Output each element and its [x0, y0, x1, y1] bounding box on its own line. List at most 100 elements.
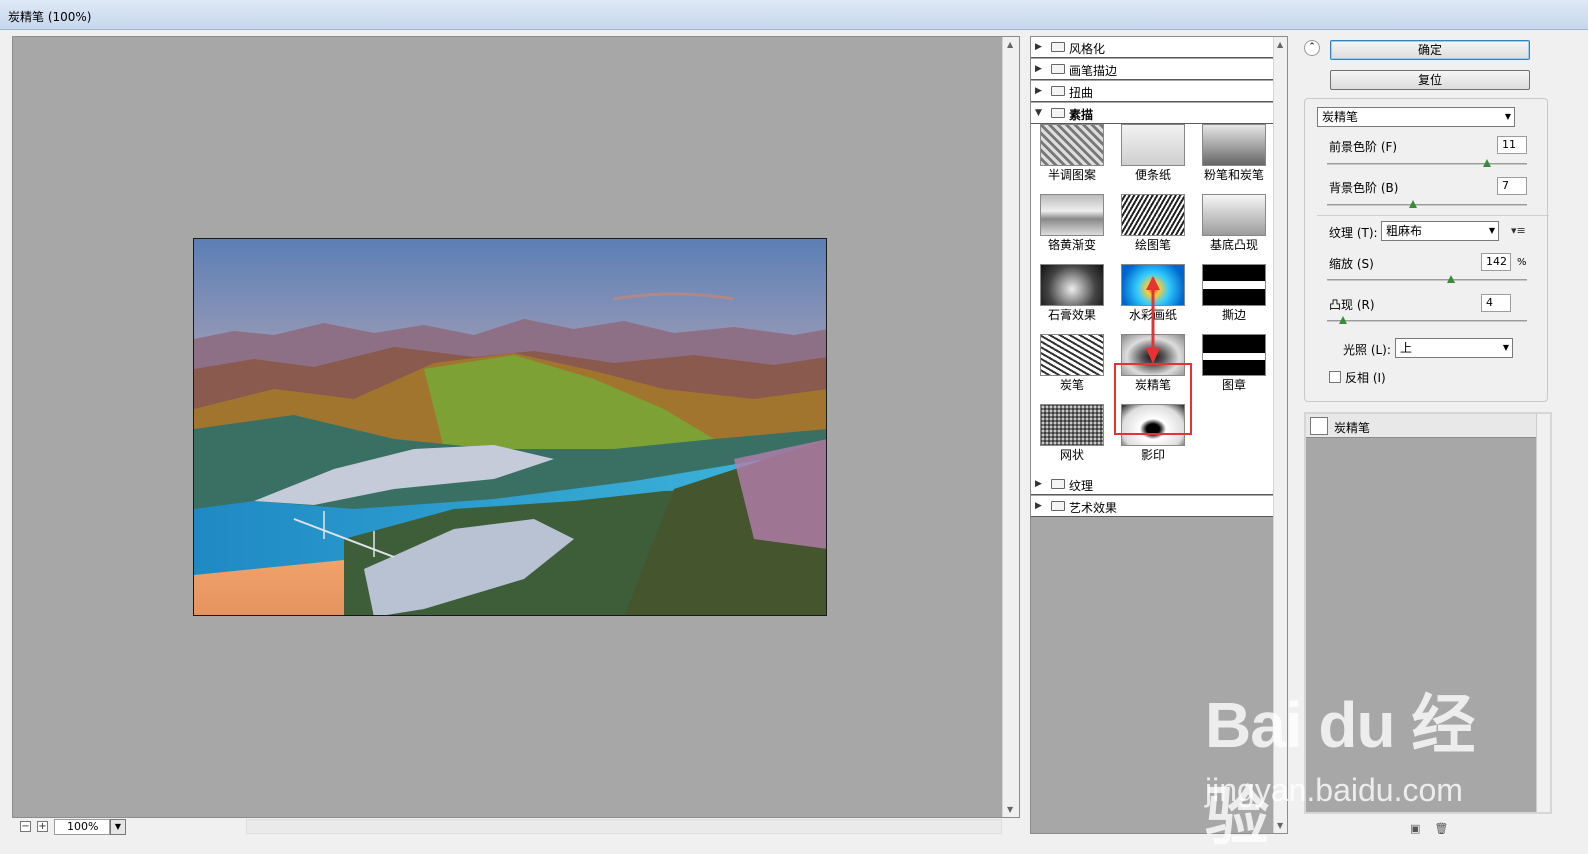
foreground-level-input[interactable]: 11: [1497, 136, 1527, 154]
landscape-photo: [194, 239, 826, 615]
scaling-label: 缩放 (S): [1329, 257, 1374, 271]
folder-icon: [1051, 501, 1065, 511]
category-sketch[interactable]: ▼ 素描: [1031, 103, 1274, 124]
thumb-chrome[interactable]: [1040, 194, 1104, 236]
scroll-up-icon[interactable]: ▲: [1277, 40, 1283, 49]
texture-label: 纹理 (T):: [1329, 226, 1378, 240]
filter-select[interactable]: 炭精笔 ▼: [1317, 107, 1515, 127]
scroll-down-icon[interactable]: ▼: [1007, 805, 1013, 814]
folder-icon: [1051, 86, 1065, 96]
thumb-label[interactable]: 石膏效果: [1032, 306, 1112, 323]
thumb-label[interactable]: 粉笔和炭笔: [1194, 166, 1274, 183]
thumb-label[interactable]: 图章: [1194, 376, 1274, 393]
thumb-label[interactable]: 铬黄渐变: [1032, 236, 1112, 253]
relief-label: 凸现 (R): [1329, 298, 1375, 312]
slider-thumb[interactable]: [1339, 316, 1347, 324]
title-bar: 炭精笔 (100%): [0, 0, 1588, 30]
background-level-input[interactable]: 7: [1497, 177, 1527, 195]
folder-icon: [1051, 479, 1065, 489]
collapse-gallery-icon[interactable]: ⌃: [1304, 40, 1320, 56]
thumb-plaster[interactable]: [1040, 264, 1104, 306]
effect-layers-panel: 炭精笔: [1304, 412, 1552, 814]
visibility-toggle-icon[interactable]: [1310, 417, 1328, 435]
preview-horizontal-scrollbar[interactable]: [246, 819, 1002, 834]
expand-arrow-icon[interactable]: ▶: [1035, 64, 1042, 74]
expand-arrow-icon[interactable]: ▶: [1035, 86, 1042, 96]
thumb-label[interactable]: 撕边: [1194, 306, 1274, 323]
new-effect-layer-icon[interactable]: ▣: [1410, 822, 1420, 835]
preview-image: [193, 238, 827, 616]
zoom-in-button[interactable]: +: [37, 821, 48, 832]
relief-slider[interactable]: [1327, 316, 1527, 324]
thumb-label[interactable]: 基底凸现: [1194, 236, 1274, 253]
red-arrow-annotation-icon: [1146, 276, 1160, 364]
category-distort[interactable]: ▶ 扭曲: [1031, 81, 1274, 102]
delete-effect-layer-icon[interactable]: 🗑: [1434, 822, 1448, 835]
slider-thumb[interactable]: [1483, 159, 1491, 167]
zoom-level-field[interactable]: 100%: [54, 819, 110, 835]
chevron-down-icon: ▼: [1502, 343, 1509, 352]
scaling-slider[interactable]: [1327, 275, 1527, 283]
filter-list-scrollbar[interactable]: ▲ ▼: [1273, 37, 1287, 833]
light-label: 光照 (L):: [1343, 343, 1391, 357]
layer-actions: ▣ 🗑: [1410, 822, 1448, 835]
texture-menu-icon[interactable]: ▾≡: [1511, 224, 1526, 237]
thumb-label[interactable]: 绘图笔: [1113, 236, 1193, 253]
preview-pane[interactable]: ▲ ▼: [12, 36, 1020, 818]
thumb-reticulation[interactable]: [1040, 404, 1104, 446]
zoom-out-button[interactable]: −: [20, 821, 31, 832]
category-stylize[interactable]: ▶ 风格化: [1031, 37, 1274, 58]
reset-button[interactable]: 复位: [1330, 70, 1530, 90]
settings-panel: ⌃ 确定 复位 炭精笔 ▼ 前景色阶 (F) 11 背景色阶 (B) 7 纹理 …: [1298, 36, 1560, 836]
thumb-label[interactable]: 便条纸: [1113, 166, 1193, 183]
ok-button[interactable]: 确定: [1330, 40, 1530, 60]
expand-arrow-icon[interactable]: ▶: [1035, 501, 1042, 511]
scroll-up-icon[interactable]: ▲: [1007, 40, 1013, 49]
category-texture[interactable]: ▶ 纹理: [1031, 474, 1274, 495]
texture-select[interactable]: 粗麻布 ▼: [1381, 221, 1499, 241]
invert-label: 反相 (I): [1345, 371, 1386, 385]
thumb-bas-relief[interactable]: [1202, 194, 1266, 236]
thumb-torn-edges[interactable]: [1202, 264, 1266, 306]
divider: [1317, 215, 1549, 216]
category-brush-strokes[interactable]: ▶ 画笔描边: [1031, 59, 1274, 80]
folder-open-icon: [1051, 108, 1065, 118]
chevron-down-icon: ▼: [1488, 226, 1495, 235]
effect-layer-row[interactable]: 炭精笔: [1306, 414, 1536, 438]
thumb-label[interactable]: 半调图案: [1032, 166, 1112, 183]
layers-scrollbar[interactable]: [1536, 414, 1550, 812]
category-artistic[interactable]: ▶ 艺术效果: [1031, 496, 1274, 517]
expand-arrow-icon[interactable]: ▶: [1035, 42, 1042, 52]
folder-icon: [1051, 64, 1065, 74]
thumb-note-paper[interactable]: [1121, 124, 1185, 166]
filter-parameters: 炭精笔 ▼ 前景色阶 (F) 11 背景色阶 (B) 7 纹理 (T): 粗麻布…: [1304, 98, 1549, 402]
background-level-slider[interactable]: [1327, 200, 1527, 208]
scaling-unit: %: [1517, 257, 1527, 268]
preview-vertical-scrollbar[interactable]: ▲ ▼: [1002, 37, 1019, 817]
scroll-down-icon[interactable]: ▼: [1277, 821, 1283, 830]
window-title: 炭精笔 (100%): [8, 10, 92, 24]
thumb-halftone-pattern[interactable]: [1040, 124, 1104, 166]
light-select[interactable]: 上 ▼: [1395, 338, 1513, 358]
background-level-label: 背景色阶 (B): [1329, 181, 1399, 195]
invert-checkbox[interactable]: [1329, 371, 1341, 383]
expand-arrow-icon[interactable]: ▶: [1035, 479, 1042, 489]
thumb-chalk-charcoal[interactable]: [1202, 124, 1266, 166]
selected-filter-highlight: [1114, 363, 1192, 435]
zoom-dropdown-icon[interactable]: ▼: [110, 819, 126, 835]
sketch-thumbnails: 半调图案 便条纸 粉笔和炭笔 铬黄渐变 绘图笔 基底凸现 石膏效果 水彩画纸 撕…: [1031, 124, 1274, 474]
filter-gallery-list: ▶ 风格化 ▶ 画笔描边 ▶ 扭曲 ▼ 素描 半调图案 便条纸 粉笔和炭笔 铬黄…: [1030, 36, 1288, 834]
thumb-graphic-pen[interactable]: [1121, 194, 1185, 236]
scaling-input[interactable]: 142: [1481, 253, 1511, 271]
thumb-label[interactable]: 炭笔: [1032, 376, 1112, 393]
collapse-arrow-icon[interactable]: ▼: [1035, 108, 1042, 118]
slider-thumb[interactable]: [1409, 200, 1417, 208]
relief-input[interactable]: 4: [1481, 294, 1511, 312]
thumb-label[interactable]: 影印: [1113, 446, 1193, 463]
thumb-stamp[interactable]: [1202, 334, 1266, 376]
thumb-label[interactable]: 网状: [1032, 446, 1112, 463]
foreground-level-slider[interactable]: [1327, 159, 1527, 167]
preview-status-bar: − + 100% ▼: [12, 818, 1020, 836]
thumb-charcoal[interactable]: [1040, 334, 1104, 376]
slider-thumb[interactable]: [1447, 275, 1455, 283]
